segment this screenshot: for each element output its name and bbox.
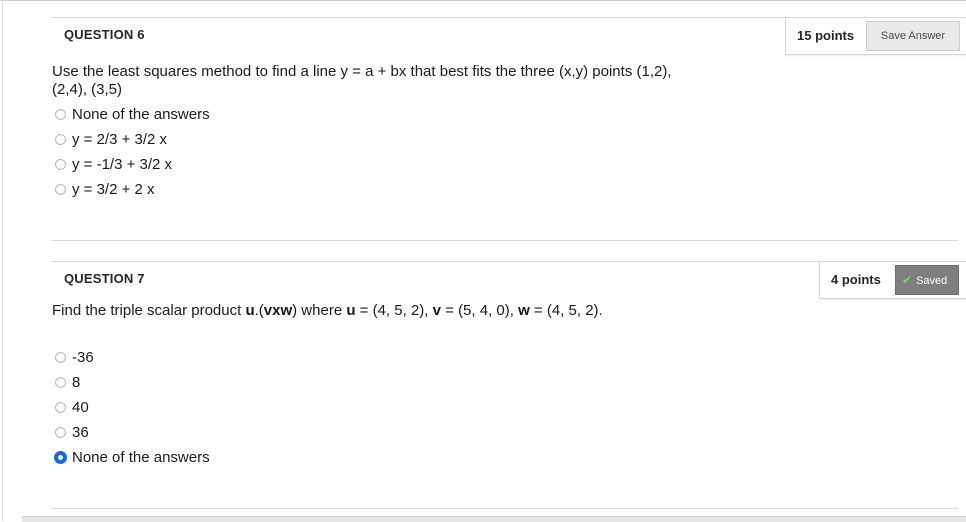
radio-button[interactable] bbox=[55, 108, 66, 120]
option-label: None of the answers bbox=[72, 448, 210, 466]
option-label: y = 3/2 + 2 x bbox=[72, 180, 155, 198]
q7-text-part: ) where bbox=[292, 302, 347, 319]
radio-button[interactable] bbox=[55, 351, 66, 363]
q7-text-v: v bbox=[432, 302, 441, 319]
radio-button[interactable] bbox=[55, 158, 66, 170]
question-7-title: QUESTION 7 bbox=[64, 271, 145, 286]
q7-text-part: = (4, 5, 2), bbox=[355, 302, 433, 319]
radio-button[interactable] bbox=[55, 376, 66, 388]
question-7-points: 4 points bbox=[831, 272, 881, 287]
q7-option-1[interactable]: -36 bbox=[55, 347, 94, 367]
question-6-points-box: 15 points Save Answer bbox=[785, 18, 966, 55]
q7-text-u: u bbox=[245, 302, 255, 319]
q7-text-u: u bbox=[346, 302, 356, 319]
radio-button[interactable] bbox=[55, 183, 66, 195]
option-label: 40 bbox=[72, 398, 89, 416]
q7-option-2[interactable]: 8 bbox=[55, 372, 80, 392]
q7-text-vxw: vxw bbox=[263, 302, 293, 319]
option-label: 8 bbox=[72, 373, 81, 391]
q6-option-2[interactable]: y = 2/3 + 3/2 x bbox=[55, 129, 167, 149]
q7-text-part: .( bbox=[254, 302, 264, 319]
q6-option-3[interactable]: y = -1/3 + 3/2 x bbox=[55, 154, 172, 174]
option-label: None of the answers bbox=[72, 105, 210, 123]
radio-button-selected[interactable] bbox=[54, 450, 67, 464]
section-divider bbox=[51, 508, 958, 509]
section-divider bbox=[51, 240, 958, 241]
check-icon: ✔ bbox=[902, 273, 913, 287]
save-answer-button[interactable]: Save Answer bbox=[866, 21, 960, 51]
q7-option-5[interactable]: None of the answers bbox=[54, 447, 210, 467]
question-7-text: Find the triple scalar product u.(vxw) w… bbox=[52, 302, 603, 320]
saved-label: Saved bbox=[916, 275, 948, 287]
q7-text-part: = (5, 4, 0), bbox=[440, 302, 519, 319]
question-6-points: 15 points bbox=[797, 28, 855, 43]
left-border bbox=[2, 0, 3, 521]
radio-button[interactable] bbox=[55, 426, 66, 438]
option-label: y = -1/3 + 3/2 x bbox=[72, 155, 173, 173]
option-label: y = 2/3 + 3/2 x bbox=[72, 130, 168, 148]
option-label: 36 bbox=[72, 423, 89, 441]
question-6-title: QUESTION 6 bbox=[64, 27, 145, 42]
question-6-text-line1: Use the least squares method to find a l… bbox=[52, 63, 672, 80]
q7-text-part: Find the triple scalar product bbox=[52, 302, 246, 319]
bottom-bar bbox=[22, 516, 966, 522]
q7-text-part: = (4, 5, 2). bbox=[529, 302, 603, 319]
question-7-points-box: 4 points ✔ Saved bbox=[819, 262, 966, 299]
radio-button[interactable] bbox=[55, 133, 66, 145]
top-border bbox=[0, 0, 966, 1]
question-6-text-line2: (2,4), (3,5) bbox=[52, 81, 123, 98]
q7-text-w: w bbox=[518, 302, 530, 319]
q7-option-3[interactable]: 40 bbox=[55, 397, 89, 417]
option-label: -36 bbox=[72, 348, 94, 366]
saved-button[interactable]: ✔ Saved bbox=[895, 265, 959, 295]
q6-option-4[interactable]: y = 3/2 + 2 x bbox=[55, 179, 155, 199]
question-6-text: Use the least squares method to find a l… bbox=[52, 63, 672, 99]
q6-option-1[interactable]: None of the answers bbox=[55, 104, 210, 124]
radio-button[interactable] bbox=[55, 401, 66, 413]
q7-option-4[interactable]: 36 bbox=[55, 422, 89, 442]
